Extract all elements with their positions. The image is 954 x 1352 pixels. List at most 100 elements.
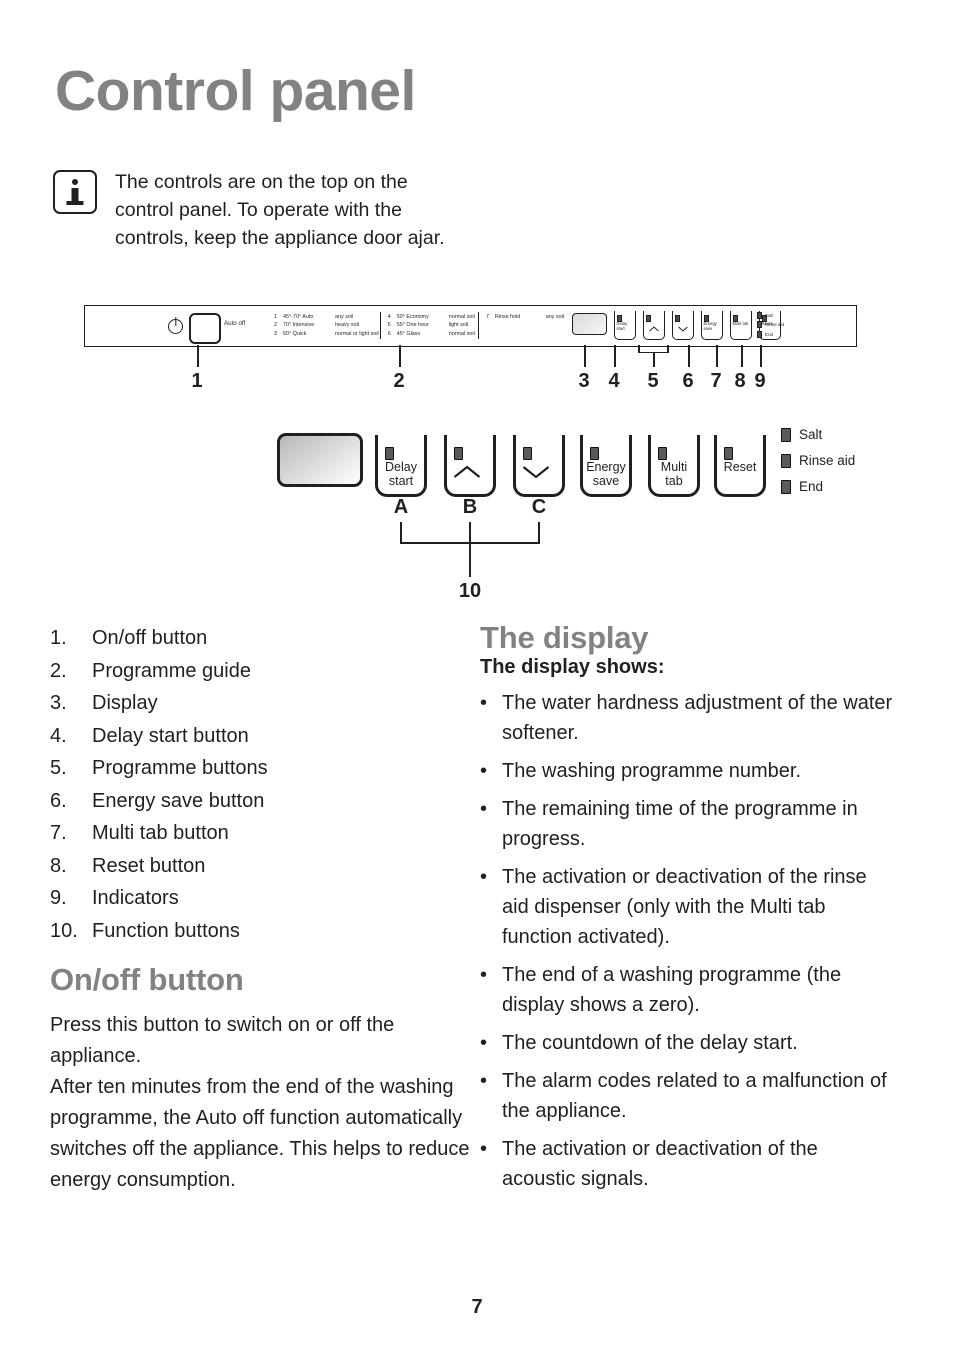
callout-6: 6 [682,370,694,392]
enlarged-energy-save-button[interactable]: Energy save [580,435,632,497]
pg-num: 4 [387,314,391,320]
indicator-label: End [799,479,824,494]
enlarged-multi-tab-button[interactable]: Multi tab [648,435,700,497]
callout-1: 1 [191,370,203,392]
indicator-label: Rinse aid [764,322,785,328]
leader-line [584,345,586,367]
pg-num: 7 [486,314,489,320]
pg-soil: light soil [448,322,469,329]
manual-page: Control panel The controls are on the to… [0,0,954,1352]
leader-line [469,522,471,577]
strip-button-label: Multi tab [732,321,749,326]
pg-soil: any soil [545,314,564,320]
pg-name: 50° Economy [396,314,429,320]
enlarged-display [277,433,363,487]
leader-line [653,352,655,367]
callout-4: 4 [608,370,620,392]
list-item: • The washing programme number. [480,760,802,782]
salt-led-icon [781,427,791,442]
strip-indicators: Salt Rinse aid End [757,312,784,340]
rinse-aid-led-icon [781,453,791,468]
callout-5: 5 [647,370,659,392]
onoff-paragraph-2: After ten minutes from the end of the wa… [50,1076,470,1191]
led-icon [675,315,681,322]
list-item: • The water hardness adjustment of the wa… [480,692,893,744]
pg-num: 6 [387,330,391,337]
chevron-up-icon [649,326,659,332]
strip-programme-up-button[interactable] [643,311,665,340]
strip-display [572,313,607,335]
leader-line [399,345,401,367]
pg-name: Rinse hold [494,314,521,320]
list-item: 1. On/off button [50,627,208,649]
led-icon [590,447,599,460]
chevron-down-icon [522,466,550,479]
leader-line [741,345,743,367]
led-icon [523,447,532,460]
info-icon [53,170,97,214]
enlarged-button-label: Energy save [586,460,626,488]
pg-num: 5 [387,322,391,329]
programme-guide: 1 45°-70° Auto any soil 2 70° Intensive heav… [274,311,564,343]
pg-num: 1 [274,314,277,320]
list-item: • The remaining time of the programme in … [480,798,858,850]
pg-num: 3 [274,330,277,337]
enlarged-button-label: Delay start [385,460,417,488]
display-section-heading: The display [480,620,649,655]
chevron-up-icon [453,465,481,478]
list-item: • The alarm codes related to a malfunctio… [480,1070,887,1122]
strip-button-label: Energy save [703,321,717,331]
bracket-function-buttons [400,522,402,544]
pg-soil: normal soil [448,330,475,337]
list-item: 8. Reset button [50,854,206,877]
pg-soil: normal or light soil [335,330,379,337]
strip-energy-save-button[interactable]: Energy save [701,311,723,340]
end-led-icon [781,479,791,494]
list-item: 5. Programme buttons [50,757,268,779]
led-icon [454,447,463,460]
indicator-label: Salt [799,427,823,442]
callout-b: B [462,496,478,518]
control-numbered-list: 1. On/off button 2. Programme guide 3. Disp… [50,622,450,947]
control-panel-strip-diagram: Auto off 1 45°-70° Auto any soil 2 70° Inte… [84,305,857,347]
pg-name: 70° Intensive [283,322,315,329]
list-item: 7. Multi tab button [50,822,229,844]
end-led-icon [757,330,763,338]
led-icon [385,447,394,460]
callout-10: 10 [458,580,482,602]
enlarged-delay-start-button[interactable]: Delay start [375,435,427,497]
pg-soil: heavy soil [335,322,359,329]
list-item: 9. Indicators [50,887,179,909]
power-icon [168,319,183,334]
list-item: 6. Energy save button [50,789,265,812]
enlarged-button-label: Reset [723,460,757,474]
led-icon [646,315,652,322]
strip-delay-start-button[interactable]: Delay start [614,311,636,340]
info-note-text: The controls are on the top on the contr… [115,171,445,249]
list-item: • The end of a washing programme (the dis… [480,964,842,1016]
callout-a: A [393,496,409,518]
led-icon [658,447,667,460]
enlarged-reset-button[interactable]: Reset [714,435,766,497]
strip-programme-down-button[interactable] [672,311,694,340]
display-bullet-list: • The water hardness adjustment of the wa… [480,688,895,1194]
enlarged-programme-up-button[interactable] [444,435,496,497]
pg-name: 45°-70° Auto [283,314,314,320]
onoff-paragraph-1: Press this button to switch on or off th… [50,1014,395,1067]
list-item: 4. Delay start button [50,724,249,747]
onoff-section-body: Press this button to switch on or off th… [50,1010,470,1196]
callout-9: 9 [754,370,766,392]
strip-multi-tab-button[interactable]: Multi tab [730,311,752,340]
salt-led-icon [757,312,763,319]
enlarged-programme-down-button[interactable] [513,435,565,497]
list-item: • The activation or deactivation of the a… [480,1138,818,1190]
pg-num: 2 [274,322,277,329]
list-item: 2. Programme guide [50,659,251,682]
enlarged-indicators: Salt Rinse aid End [781,427,855,505]
list-item: 10. Function buttons [50,919,240,942]
strip-onoff-button[interactable] [189,313,221,344]
strip-auto-off-label: Auto off [224,320,246,327]
bracket-function-buttons [538,522,540,544]
list-item: 3. Display [50,692,158,714]
indicator-label: Rinse aid [799,453,856,468]
